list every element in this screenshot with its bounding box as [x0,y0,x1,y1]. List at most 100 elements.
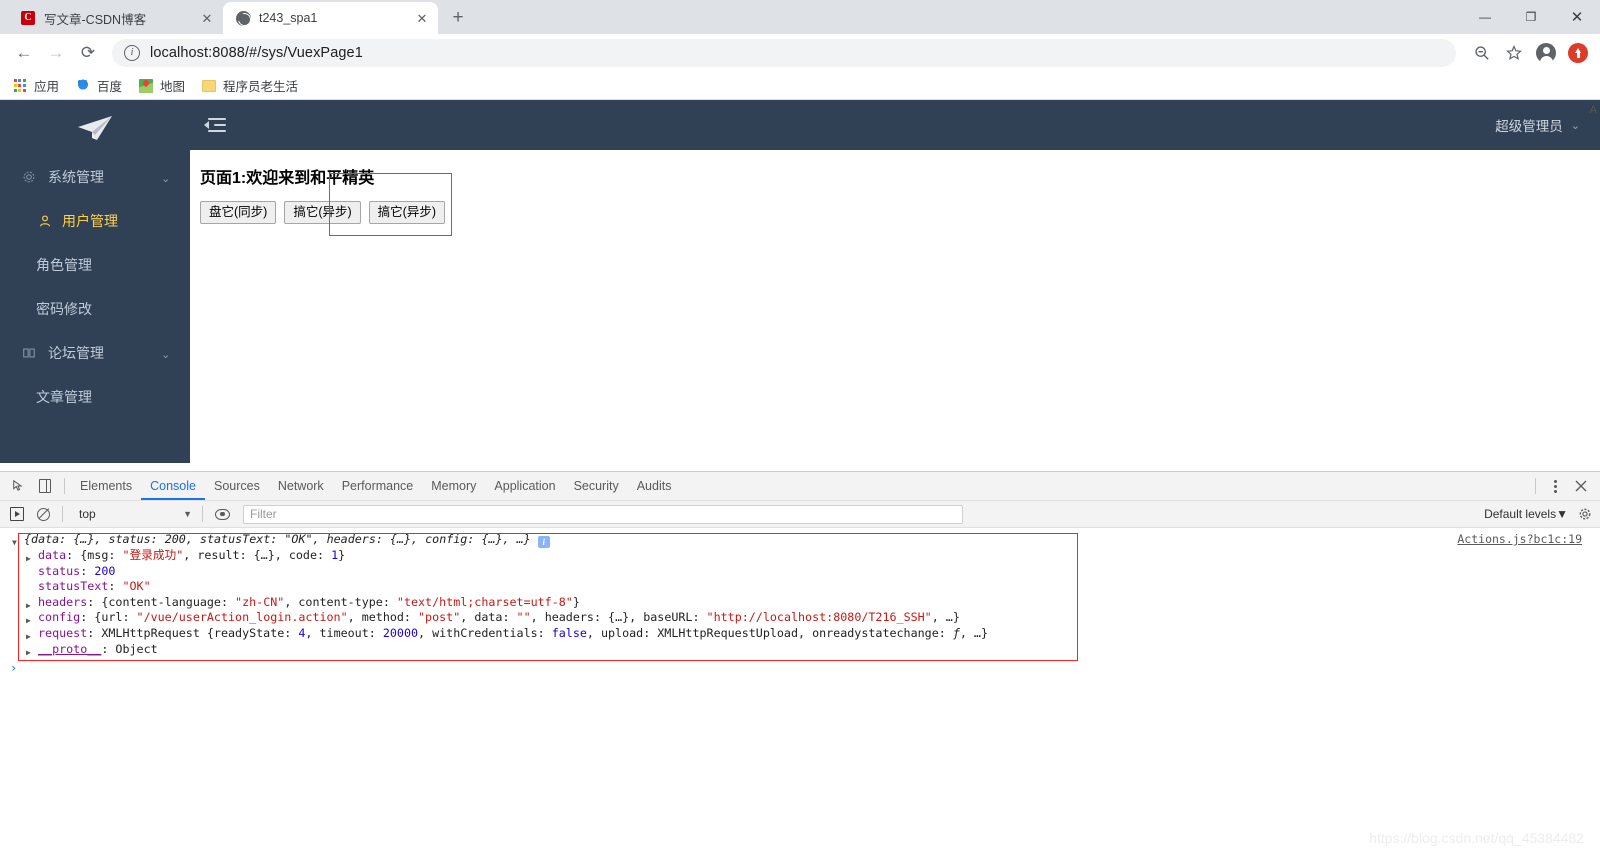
tab-audits[interactable]: Audits [628,472,681,500]
console-token: request [38,625,88,640]
user-menu[interactable]: 超级管理员 ⌄ [1495,115,1580,135]
console-token: "OK" [122,579,151,594]
toolbar-icons [1464,39,1592,67]
bookmark-label: 应用 [34,80,60,94]
close-window-button[interactable]: ✕ [1554,0,1600,34]
console-token: "text/html;charset=utf-8" [396,594,573,609]
sidebar-item-label: 文章管理 [36,389,92,405]
sidebar-item-role-management[interactable]: 角色管理 [0,243,190,287]
bookmark-apps[interactable]: 应用 [12,76,59,95]
tab-application[interactable]: Application [485,472,564,500]
console-filter-input[interactable]: Filter [243,504,963,524]
info-icon[interactable]: i [537,536,550,548]
console-log-line[interactable]: statusText: "OK" [0,579,1600,595]
execution-context-value: top [79,507,96,521]
user-icon [36,214,54,228]
tab-performance[interactable]: Performance [333,472,423,500]
update-icon[interactable] [1564,39,1592,67]
forward-icon[interactable]: → [40,37,72,69]
site-info-icon[interactable]: i [124,45,140,61]
maximize-window-button[interactable]: ❐ [1508,0,1554,34]
tab-sources[interactable]: Sources [205,472,269,500]
back-icon[interactable]: ← [8,37,40,69]
minimize-window-button[interactable]: — [1462,0,1508,34]
bookmark-folder[interactable]: 程序员老生活 [201,76,298,95]
app-logo [0,100,190,155]
close-tab-icon[interactable]: ✕ [414,10,430,26]
gear-icon[interactable] [1578,507,1592,521]
console-source-link[interactable]: Actions.js?bc1c:19 [1457,532,1582,548]
execution-context-select[interactable]: top ▼ [71,507,196,521]
chevron-up-icon: ⌃ [160,346,170,359]
tab-security[interactable]: Security [565,472,628,500]
zoom-out-icon[interactable] [1468,39,1496,67]
console-token: "post" [418,610,461,625]
console-log-entry[interactable]: ▼ {data: {…}, status: 200, statusText: "O… [0,532,1600,657]
sidebar-item-article-management[interactable]: 文章管理 [0,375,190,419]
inspect-element-icon[interactable] [6,474,32,499]
sidebar-item-password-change[interactable]: 密码修改 [0,287,190,331]
live-expression-icon[interactable] [209,502,235,527]
console-log-line[interactable]: ▶ __proto__: Object [0,642,1600,658]
console-filter-bar: top ▼ Filter Default levels▼ [0,501,1600,528]
reload-icon[interactable]: ⟳ [72,37,104,69]
sidebar-group-system[interactable]: 系统管理 ⌃ [0,155,190,199]
console-log-line[interactable]: ▶ headers: {content-language: "zh-CN", co… [0,595,1600,611]
console-log-line[interactable]: status: 200 [0,564,1600,580]
devtools-panel: Elements Console Sources Network Perform… [0,471,1600,855]
address-bar[interactable]: i localhost:8088/#/sys/VuexPage1 [112,39,1456,67]
async-button-2[interactable]: 搞它(异步) [368,201,445,224]
console-token: statusText [38,579,109,594]
watermark: https://blog.csdn.net/qq_45384482 [1369,830,1584,846]
console-output[interactable]: ▼ {data: {…}, status: 200, statusText: "O… [0,528,1600,854]
close-tab-icon[interactable]: ✕ [199,10,215,26]
console-log-line[interactable]: ▼ {data: {…}, status: 200, statusText: "O… [0,532,1600,548]
device-toolbar-icon[interactable] [32,474,58,499]
console-log-line[interactable]: ▶ data: {msg: "登录成功", result: {…}, code: … [0,548,1600,564]
collapse-sidebar-icon[interactable] [204,114,226,136]
console-prompt[interactable]: › [0,661,1600,675]
tab-memory[interactable]: Memory [422,472,485,500]
window-controls: — ❐ ✕ [1462,0,1600,34]
bookmark-baidu[interactable]: 百度 [75,76,122,95]
book-icon [20,346,38,360]
chevron-down-icon: ⌄ [1570,119,1580,132]
console-levels-dropdown[interactable]: Default levels▼ [1484,507,1578,521]
bookmark-star-icon[interactable] [1500,39,1528,67]
sidebar-item-user-management[interactable]: 用户管理 [0,199,190,243]
more-options-icon[interactable] [1542,474,1568,499]
console-log-line[interactable]: ▶ config: {url: "/vue/userAction_login.ac… [0,610,1600,626]
close-devtools-icon[interactable] [1568,474,1594,499]
console-token: , …} [959,625,989,640]
console-token: config [38,610,81,625]
sync-button[interactable]: 盘它(同步) [200,201,277,224]
apps-grid-icon [12,78,28,94]
async-button-1[interactable]: 搞它(异步) [284,201,361,224]
console-log-line[interactable]: ▶ request: XMLHttpRequest {readyState: 4,… [0,626,1600,642]
console-token: : {content-language: [87,594,236,609]
expand-triangle-icon[interactable]: ▶ [26,645,31,661]
sidebar-group-label: 论坛管理 [48,345,104,361]
bookmark-maps[interactable]: 地图 [138,76,185,95]
tab-network[interactable]: Network [269,472,333,500]
clear-console-icon[interactable] [30,502,56,527]
console-token: , …} [931,610,960,625]
sidebar-group-forum[interactable]: 论坛管理 ⌃ [0,331,190,375]
console-token: {data: {…}, status: [24,532,165,546]
browser-tab-csdn[interactable]: C 写文章-CSDN博客 ✕ [8,2,223,34]
console-token: , upload: XMLHttpRequestUpload, onreadys… [586,625,953,640]
profile-avatar-icon[interactable] [1532,39,1560,67]
tab-elements[interactable]: Elements [71,472,141,500]
sidebar-item-label: 用户管理 [62,213,118,229]
console-token: headers [38,594,88,609]
sidebar-item-label: 角色管理 [36,257,92,273]
divider [64,478,65,494]
google-maps-icon [138,78,154,94]
execution-context-icon[interactable] [4,502,30,527]
tab-console[interactable]: Console [141,472,205,500]
scroll-letter: A [1589,104,1597,116]
browser-tab-t243-spa1[interactable]: t243_spa1 ✕ [223,2,438,34]
page-content: 页面1:欢迎来到和平精英 盘它(同步) 搞它(异步) 搞它(异步) [190,150,1600,236]
user-menu-label: 超级管理员 [1495,119,1563,134]
new-tab-button[interactable]: + [444,4,472,32]
